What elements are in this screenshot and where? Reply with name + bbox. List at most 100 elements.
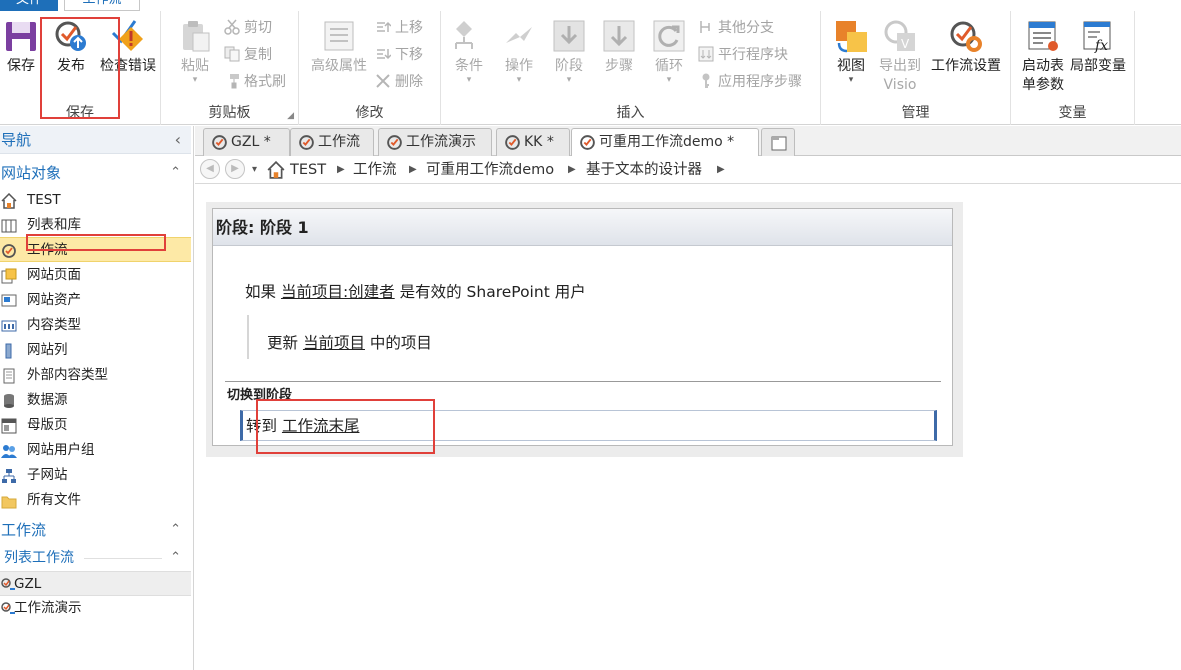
external-content-icon — [3, 368, 15, 384]
stage-title[interactable]: 阶段: 阶段 1 — [213, 209, 952, 246]
breadcrumb-arrow-icon: ▶ — [568, 164, 576, 175]
format-painter-button[interactable]: 格式刷 — [224, 71, 286, 93]
action-line[interactable]: 更新 当前项目 中的项目 — [267, 331, 432, 353]
home-icon — [1, 193, 17, 209]
menu-bar: 文件 工作流 — [0, 0, 1181, 11]
transition-box[interactable]: 转到 工作流末尾 — [240, 410, 937, 441]
nav-item-data-sources[interactable]: 数据源 — [0, 388, 191, 413]
workflow-settings-button[interactable]: 工作流设置 — [927, 17, 1005, 76]
nav-item-test[interactable]: TEST — [0, 188, 191, 213]
list-workflow-demo[interactable]: 工作流演示 — [0, 596, 191, 621]
cut-button[interactable]: 剪切 — [224, 17, 272, 39]
tab-reusable-workflow-demo[interactable]: 可重用工作流demo * — [571, 128, 759, 157]
condition-button[interactable]: 条件 ▾ — [449, 17, 489, 85]
delete-button[interactable]: 删除 — [375, 71, 423, 93]
nav-item-site-assets[interactable]: 网站资产 — [0, 288, 191, 313]
tab-gzl[interactable]: GZL * — [203, 128, 290, 156]
breadcrumb-test[interactable]: TEST — [290, 156, 326, 184]
clipboard-launcher-icon[interactable]: ◢ — [287, 111, 294, 121]
chevron-up-icon[interactable]: ⌃ — [170, 516, 181, 544]
step-button[interactable]: 步骤 — [599, 17, 639, 76]
function-icon: fx — [1083, 21, 1111, 53]
save-button[interactable]: 保存 — [3, 17, 39, 76]
workflow-icon — [299, 135, 314, 150]
breadcrumb-reusable-workflow[interactable]: 可重用工作流demo — [426, 156, 554, 184]
app-step-button[interactable]: 应用程序步骤 — [698, 71, 802, 93]
list-workflow-gzl[interactable]: GZL — [0, 571, 191, 596]
check-errors-icon — [111, 20, 143, 51]
current-item-link[interactable]: 当前项目 — [303, 334, 365, 352]
chevron-up-icon[interactable]: ⌃ — [170, 544, 181, 572]
new-tab-button[interactable] — [761, 128, 795, 156]
key-icon — [702, 73, 710, 88]
nav-item-master-pages[interactable]: 母版页 — [0, 413, 191, 438]
action-button[interactable]: 操作 ▾ — [499, 17, 539, 85]
transition-label: 切换到阶段 — [227, 388, 293, 403]
stage-button[interactable]: 阶段 ▾ — [549, 17, 589, 85]
nav-item-lists[interactable]: 列表和库 — [0, 213, 191, 238]
workflow-menu-tab[interactable]: 工作流 — [64, 0, 140, 11]
nav-item-subsites[interactable]: 子网站 — [0, 463, 191, 488]
paste-icon — [183, 21, 210, 52]
back-button[interactable]: ◀ — [200, 159, 220, 179]
export-visio-button[interactable]: V 导出到 Visio — [876, 17, 924, 95]
condition-field-link[interactable]: 当前项目:创建者 — [281, 283, 395, 301]
file-menu-tab[interactable]: 文件 — [0, 0, 58, 11]
breadcrumb-workflows[interactable]: 工作流 — [353, 156, 397, 184]
nav-item-workflows[interactable]: 工作流 — [0, 237, 191, 262]
workflow-icon — [212, 135, 227, 150]
stage-icon — [553, 20, 585, 52]
new-page-icon — [771, 136, 787, 151]
nav-item-site-columns[interactable]: 网站列 — [0, 338, 191, 363]
nav-item-site-pages[interactable]: 网站页面 — [0, 263, 191, 288]
form-params-icon — [1028, 21, 1058, 51]
paste-button[interactable]: 粘贴 ▾ — [175, 17, 215, 85]
view-button[interactable]: 视图 ▾ — [831, 17, 871, 85]
ribbon: 保存 发布 检查错误 保存 粘贴 ▾ 剪切 复制 格式刷 剪贴板 ◢ 高级属性 … — [0, 11, 1181, 125]
users-icon — [1, 445, 17, 458]
save-icon — [6, 22, 36, 51]
initiation-params-button[interactable]: 启动表 单参数 — [1015, 17, 1071, 95]
nav-title: 导航 — [1, 131, 32, 149]
section-divider — [84, 558, 162, 559]
forward-button[interactable]: ▶ — [225, 159, 245, 179]
else-branch-button[interactable]: 其他分支 — [698, 17, 774, 39]
move-up-icon — [377, 21, 391, 32]
nav-item-all-files[interactable]: 所有文件 — [0, 488, 191, 513]
advanced-properties-button[interactable]: 高级属性 — [307, 17, 371, 76]
move-down-button[interactable]: 下移 — [375, 44, 423, 66]
tab-workflow-demo[interactable]: 工作流演示 — [378, 128, 492, 156]
transition-divider — [225, 381, 941, 382]
condition-line[interactable]: 如果 当前项目:创建者 是有效的 SharePoint 用户 — [245, 280, 586, 302]
goto-line[interactable]: 转到 工作流末尾 — [246, 414, 359, 436]
nav-item-site-groups[interactable]: 网站用户组 — [0, 438, 191, 463]
brush-icon — [230, 74, 239, 89]
tab-workflow[interactable]: 工作流 — [290, 128, 374, 156]
breadcrumb-text-designer[interactable]: 基于文本的设计器 — [586, 156, 702, 184]
lightning-icon — [506, 27, 532, 43]
loop-button[interactable]: 循环 ▾ — [649, 17, 689, 85]
site-objects-header[interactable]: 网站对象 ⌃ — [0, 159, 191, 187]
nav-item-external-content-types[interactable]: 外部内容类型 — [0, 363, 191, 388]
tab-kk[interactable]: KK * — [496, 128, 570, 156]
stage-block[interactable]: 阶段: 阶段 1 如果 当前项目:创建者 是有效的 SharePoint 用户 … — [212, 208, 953, 446]
step-icon — [603, 20, 635, 52]
parallel-block-button[interactable]: 平行程序块 — [698, 44, 788, 66]
collapse-nav-icon[interactable]: ‹ — [175, 126, 181, 154]
check-errors-button[interactable]: 检查错误 — [97, 17, 159, 76]
history-dropdown-icon[interactable]: ▾ — [252, 156, 257, 184]
copy-button[interactable]: 复制 — [224, 44, 272, 66]
nav-header: 导航 ‹ — [0, 126, 191, 154]
svg-text:V: V — [901, 37, 910, 51]
condition-icon — [455, 21, 473, 49]
workflows-section-header[interactable]: 工作流 ⌃ — [0, 516, 191, 544]
subsite-icon — [2, 469, 16, 483]
workflow-icon — [2, 244, 16, 258]
nav-item-content-types[interactable]: 内容类型 — [0, 313, 191, 338]
publish-button[interactable]: 发布 — [53, 17, 89, 76]
local-variables-button[interactable]: fx 局部变量 — [1065, 17, 1131, 76]
move-up-button[interactable]: 上移 — [375, 17, 423, 39]
workflow-icon — [505, 135, 520, 150]
end-of-workflow-link[interactable]: 工作流末尾 — [282, 417, 360, 435]
chevron-up-icon[interactable]: ⌃ — [170, 159, 181, 187]
